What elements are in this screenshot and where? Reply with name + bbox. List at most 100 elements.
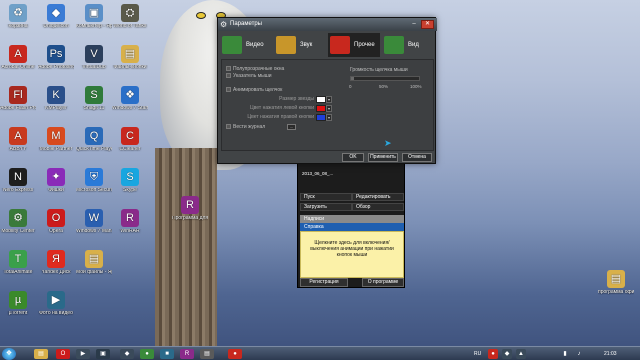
log-settings-button[interactable]: …	[287, 124, 296, 130]
animate-clicks-checkbox[interactable]	[226, 87, 231, 93]
start-button[interactable]: Пуск	[300, 193, 352, 201]
desktop-icon[interactable]: ❖ Windows 7 Start Orb	[112, 86, 148, 124]
desktop-icon[interactable]: A Acrobat Online	[0, 45, 36, 83]
desktop-icon[interactable]: M Mobile Partner	[38, 127, 74, 165]
desktop-icon[interactable]: S Snagit 11	[76, 86, 112, 124]
help-bar[interactable]: Справка	[300, 223, 404, 231]
tab-label: Вид	[408, 42, 419, 48]
animate-clicks-option[interactable]: Анимировать щелчок	[226, 87, 282, 94]
recorder-taskbar-icon[interactable]: ●	[228, 349, 242, 359]
desktop-icon-label: KMPlayer	[45, 106, 67, 111]
desktop-icon[interactable]: R WinRAR	[112, 209, 148, 247]
tab-view[interactable]: Вид	[382, 33, 434, 57]
desktop-icon[interactable]: ✦ Фишки	[38, 168, 74, 206]
desktop-icon[interactable]: Q QuickTime Player	[76, 127, 112, 165]
apply-button[interactable]: Применить	[368, 153, 398, 162]
log-option[interactable]: Вести журнал	[226, 124, 265, 131]
show-mouse-option[interactable]: Указатель мыши	[226, 73, 272, 80]
semi-transparent-option[interactable]: Полупрозрачные окна	[226, 66, 284, 73]
labels-bar[interactable]: Надписи	[300, 215, 404, 223]
right-click-color-swatch[interactable]	[316, 114, 326, 121]
register-button[interactable]: Регистрация	[300, 278, 348, 287]
app-taskbar-icon[interactable]: ●	[140, 349, 154, 359]
clock[interactable]: 21:03	[604, 349, 617, 359]
start-button[interactable]: ❖	[2, 348, 16, 360]
tab-video[interactable]: Видео	[220, 33, 272, 57]
left-click-color-swatch[interactable]	[316, 105, 326, 112]
desktop-icon[interactable]: Ps Adobe Photoshop	[38, 45, 74, 83]
left-click-color-label: Цвет нажатия левой кнопки	[249, 105, 314, 111]
desktop-icon[interactable]: µ µTorrent	[0, 291, 36, 329]
desktop-icon[interactable]: ▣ Компьютер - Ярлык	[76, 4, 112, 42]
desktop-icon[interactable]: K KMPlayer	[38, 86, 74, 124]
winrar-taskbar-icon[interactable]: R	[180, 349, 194, 359]
language-indicator[interactable]: RU	[474, 349, 481, 359]
desktop-icon[interactable]: V VirtualDub	[76, 45, 112, 83]
tray-icon[interactable]: ▲	[516, 349, 526, 359]
tab-sound[interactable]: Звук	[274, 33, 326, 57]
network-icon[interactable]: ▮	[560, 349, 570, 359]
desktop-icon[interactable]: A ABBYY	[0, 127, 36, 165]
semi-transparent-checkbox[interactable]	[226, 66, 231, 72]
desktop-icon[interactable]: Я Yandex Диск	[38, 250, 74, 288]
gear-icon: ⚙	[220, 20, 228, 29]
app-taskbar-icon[interactable]: ▤	[200, 349, 214, 359]
desktop-icon-program[interactable]: R Программа для записи...	[172, 196, 208, 234]
left-click-color-picker[interactable]: ▾	[326, 105, 332, 112]
computer-icon: ▣	[85, 4, 103, 22]
log-checkbox[interactable]	[226, 124, 231, 130]
click-volume-slider[interactable]	[350, 76, 420, 81]
desktop-icon[interactable]: ⛭ World of Tanks	[112, 4, 148, 42]
tray-icon[interactable]: ●	[488, 349, 498, 359]
cancel-button[interactable]: Отмена	[402, 153, 432, 162]
star-color-swatch[interactable]	[316, 96, 326, 103]
desktop-icon[interactable]: W Windows 7 Manager	[76, 209, 112, 247]
security-icon: ⛨	[85, 168, 103, 186]
desktop-icon[interactable]: Fl Adobe Flash Professional	[0, 86, 36, 124]
tab-other[interactable]: Прочее	[328, 33, 380, 57]
about-button[interactable]: О программе	[362, 278, 404, 287]
media-taskbar-icon[interactable]: ▶	[76, 349, 90, 359]
edit-button[interactable]: Редактировать	[352, 193, 404, 201]
other-tab-icon	[330, 36, 350, 54]
options-panel: Полупрозрачные окна Указатель мыши Аними…	[221, 59, 434, 151]
right-click-color-picker[interactable]: ▾	[326, 114, 332, 121]
app-taskbar-icon[interactable]: ▣	[96, 349, 110, 359]
star-color-picker[interactable]: ▾	[326, 96, 332, 103]
desktop-icon-right-folder[interactable]: ▤ программа офисный...	[598, 270, 634, 308]
desktop-icon[interactable]: N Nero Express	[0, 168, 36, 206]
skype-icon: S	[121, 168, 139, 186]
desktop-icon[interactable]: S Skype	[112, 168, 148, 206]
winrar-icon: R	[121, 209, 139, 227]
app-taskbar-icon[interactable]: ■	[160, 349, 174, 359]
volume-icon[interactable]: ♪	[574, 349, 584, 359]
browse-button[interactable]: Обзор	[352, 203, 404, 211]
desktop-icon[interactable]: ▤ Файлы-кнопки	[112, 45, 148, 83]
show-mouse-checkbox[interactable]	[226, 73, 231, 79]
load-button[interactable]: Загрузить	[300, 203, 352, 211]
close-button[interactable]: ✕	[421, 20, 434, 29]
desktop-icon[interactable]: ♻ Корзина	[0, 4, 36, 42]
tree-stump-wallpaper	[155, 148, 217, 346]
app-taskbar-icon[interactable]: ◆	[120, 349, 134, 359]
recycle-bin-icon: ♻	[9, 4, 27, 22]
snagit-icon: S	[85, 86, 103, 104]
desktop-icon[interactable]: ⛨ Microsoft Security	[76, 168, 112, 206]
minimize-button[interactable]: –	[408, 20, 420, 29]
desktop-icon-label: Mobility Center	[1, 229, 35, 234]
desktop-icon[interactable]: T TotalAnimate	[0, 250, 36, 288]
tab-label: Видео	[246, 42, 264, 48]
animation-toggle-panel[interactable]: Щелкните здесь для включения/выключения …	[300, 231, 404, 278]
desktop-icon[interactable]: C CCleaner	[112, 127, 148, 165]
desktop-icon[interactable]: O Opera	[38, 209, 74, 247]
ok-button[interactable]: OK	[342, 153, 364, 162]
tray-icon[interactable]: ◆	[502, 349, 512, 359]
desktop-icon[interactable]: ▤ Мои файлы - Ярлык	[76, 250, 112, 288]
desktop-icon[interactable]: ◆ UniqueIcon	[38, 4, 74, 42]
opera-taskbar-icon[interactable]: O	[56, 349, 70, 359]
volume-tick: 0	[349, 84, 352, 89]
desktop-icon[interactable]: ▶ Фото на видео	[38, 291, 74, 329]
desktop-icon[interactable]: ⚙ Mobility Center	[0, 209, 36, 247]
desktop-icon-label: Программа для записи...	[172, 216, 208, 221]
explorer-taskbar-icon[interactable]: ▤	[34, 349, 48, 359]
